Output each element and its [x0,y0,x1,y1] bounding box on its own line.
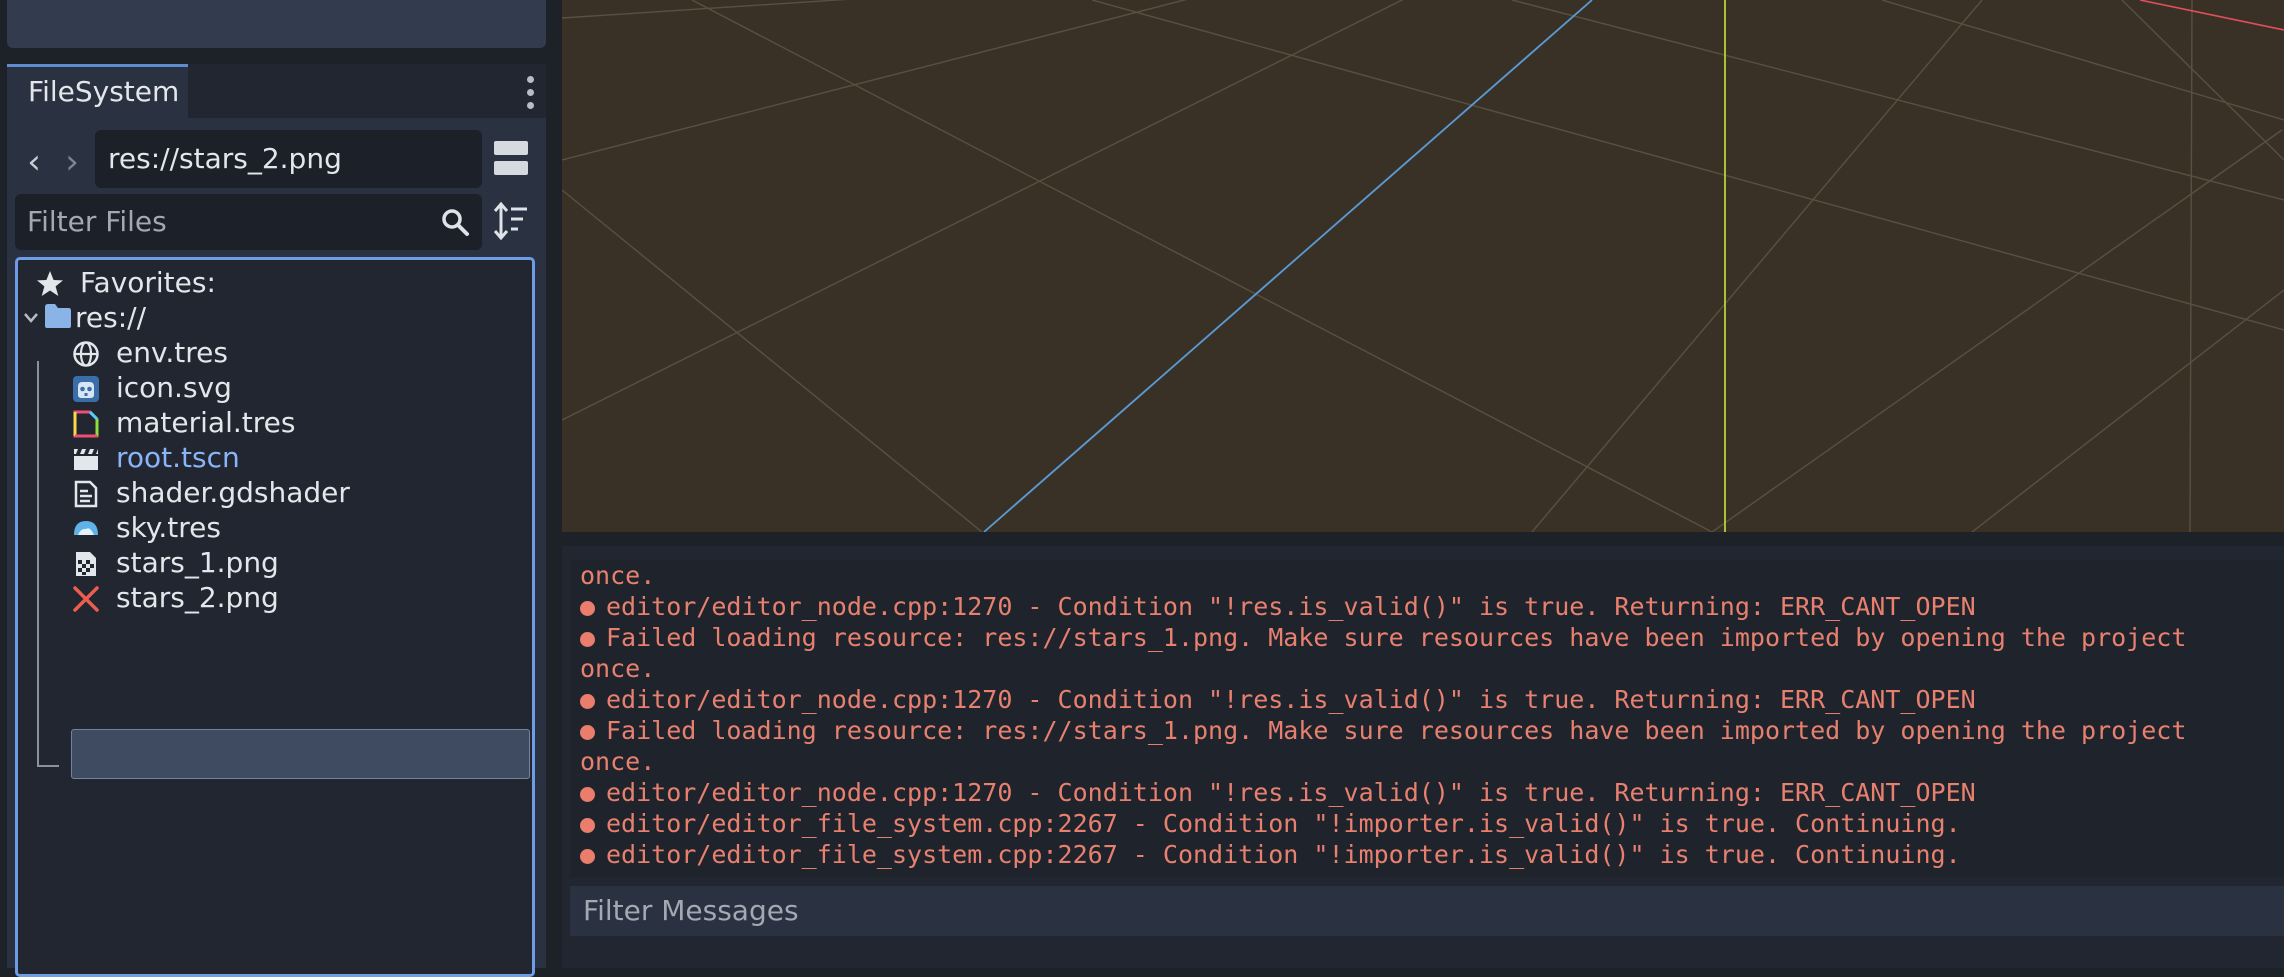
x-axis-line [2139,0,2284,31]
back-arrow-icon[interactable]: ‹ [19,142,49,182]
output-log[interactable]: once. editor/editor_node.cpp:1270 - Cond… [570,560,2284,878]
log-line: editor/editor_node.cpp:1270 - Condition … [580,777,1976,808]
search-icon[interactable] [440,207,470,237]
forward-arrow-icon[interactable]: › [57,142,87,182]
log-line: once. [580,561,656,590]
log-line: once. [580,747,656,776]
sky-icon [74,521,98,535]
dock-menu-kebab-icon[interactable] [518,70,542,114]
selected-row-highlight [71,729,530,779]
error-dot-icon [580,787,595,802]
scene-dock-bottom-edge [7,0,546,48]
split-mode-toggle-icon[interactable] [494,141,528,177]
log-line: once. [580,654,656,683]
filesystem-dock: FileSystem ‹ › res://stars_2.png Filter … [7,64,546,977]
tab-filesystem[interactable]: FileSystem [7,64,188,120]
error-x-icon [73,586,99,612]
output-panel: once. editor/editor_node.cpp:1270 - Cond… [562,546,2284,968]
error-dot-icon [580,818,595,833]
file-label: stars_2.png [116,581,279,614]
error-dot-icon [580,601,595,616]
tree-connector-line [37,361,39,767]
shader-icon [74,480,98,508]
log-line: editor/editor_file_system.cpp:2267 - Con… [580,808,1961,839]
filter-files-placeholder: Filter Files [27,205,167,238]
material-icon [73,410,99,438]
log-line: Failed loading resource: res://stars_1.p… [580,622,2186,653]
error-dot-icon [580,849,595,864]
3d-viewport[interactable] [562,0,2284,532]
godot-icon [73,376,99,402]
tree-connector-branch [37,765,59,767]
path-field[interactable]: res://stars_2.png [95,130,482,188]
error-dot-icon [580,632,595,647]
folder-icon [45,304,71,328]
error-dot-icon [580,725,595,740]
image-icon [76,552,96,576]
clapperboard-icon [74,449,98,470]
chevron-down-icon[interactable] [22,309,40,327]
star-icon [37,271,63,296]
file-tree[interactable]: Favorites: res:// env.tres icon.svg mate… [15,257,535,977]
sort-files-icon[interactable] [493,201,529,241]
log-line: editor/editor_node.cpp:1270 - Condition … [580,684,1976,715]
filter-files-input[interactable]: Filter Files [15,194,482,250]
log-line: editor/editor_file_system.cpp:2267 - Con… [580,839,1961,870]
globe-icon [73,341,99,367]
error-dot-icon [580,694,595,709]
z-axis-line [983,0,1593,532]
log-line: editor/editor_node.cpp:1270 - Condition … [580,591,1976,622]
filter-messages-input[interactable]: Filter Messages [570,886,2284,936]
log-line: Failed loading resource: res://stars_1.p… [580,715,2186,746]
filter-messages-placeholder: Filter Messages [583,894,799,927]
bottom-panel-tabs-partial [570,944,2284,968]
viewport-grid [562,0,2284,532]
